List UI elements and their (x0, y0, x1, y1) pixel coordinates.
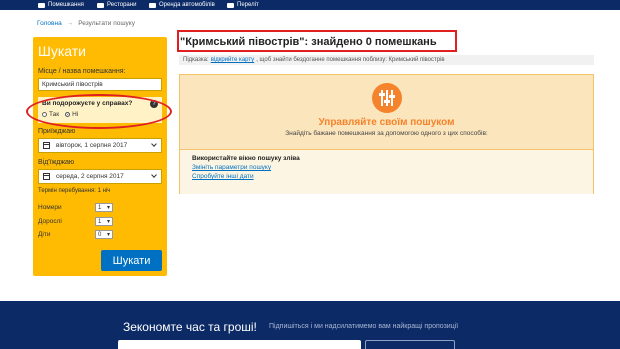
sliders-icon (372, 83, 402, 113)
destination-label: Місце / назва помешкання: (38, 68, 126, 75)
adults-row: Дорослі 1 ▾ (38, 217, 113, 226)
subscribe-footer: Зекономте час та гроші! Підпишіться і ми… (0, 301, 620, 349)
chevron-down-icon: ▾ (106, 219, 110, 225)
restaurant-icon (97, 2, 104, 8)
checkout-date-field[interactable]: середа, 2 серпня 2017 (38, 169, 162, 184)
nav-item-car-rental[interactable]: Оренда автомобілів (149, 0, 215, 10)
nav-item-label: Оренда автомобілів (159, 2, 215, 8)
stay-length-note: Термін перебування: 1 ніч (38, 188, 111, 194)
calendar-icon (43, 142, 50, 149)
nav-item-label: Переліт (237, 2, 259, 8)
plane-icon (227, 2, 234, 8)
adults-label: Дорослі (38, 218, 62, 225)
checkin-label: Приїжджаю (38, 128, 76, 135)
breadcrumb-current: Результати пошуку (78, 20, 135, 27)
try-other-dates-link[interactable]: Спробуйте інші дати (192, 173, 254, 180)
manage-search-panel: Управляйте своїм пошуком Знайдіть бажане… (179, 74, 594, 194)
children-value: 0 (98, 231, 102, 238)
destination-input[interactable]: Кримський півострів (38, 78, 162, 91)
chevron-down-icon: ▾ (106, 232, 110, 238)
bed-icon (38, 2, 45, 8)
checkin-date-value: вівторок, 1 серпня 2017 (56, 142, 128, 149)
results-title: "Кримський півострів": знайдено 0 помешк… (180, 36, 437, 48)
open-map-link[interactable]: відкрийте карту (211, 57, 255, 63)
rooms-value: 1 (98, 204, 102, 211)
annotation-oval (26, 94, 172, 129)
chevron-down-icon (151, 141, 157, 147)
nav-item-restaurants[interactable]: Ресторани (97, 0, 136, 10)
search-button[interactable]: Шукати (101, 250, 162, 271)
calendar-icon (43, 173, 50, 180)
nav-item-label: Помешкання (48, 2, 84, 8)
children-row: Діти 0 ▾ (38, 230, 113, 239)
sidebar-title: Шукати (38, 43, 86, 59)
rooms-label: Номери (38, 204, 62, 211)
children-select[interactable]: 0 ▾ (95, 230, 113, 239)
breadcrumb-home-link[interactable]: Головна (37, 20, 62, 27)
side-search-tip: Використайте вікно пошуку зліва (192, 155, 300, 162)
adults-value: 1 (98, 218, 102, 225)
search-sidebar: Шукати Місце / назва помешкання: Кримськ… (33, 37, 167, 276)
breadcrumb: Головна → Результати пошуку (37, 20, 135, 27)
hint-prefix: Підказка: (183, 57, 209, 63)
rooms-select[interactable]: 1 ▾ (95, 203, 113, 212)
nav-item-flights[interactable]: Переліт (227, 0, 259, 10)
children-label: Діти (38, 231, 51, 238)
change-params-link[interactable]: Змініть параметри пошуку (192, 164, 271, 171)
adults-select[interactable]: 1 ▾ (95, 217, 113, 226)
email-field[interactable] (118, 340, 361, 349)
hint-suffix: , щоб знайти бездоганне помешкання побли… (256, 57, 445, 63)
subscribe-button[interactable] (365, 340, 455, 349)
manage-search-title: Управляйте своїм пошуком (318, 117, 455, 128)
footer-subscribe-text: Підпишіться і ми надсилатимемо вам найкр… (269, 323, 459, 330)
chevron-down-icon: ▾ (106, 205, 110, 211)
breadcrumb-separator: → (66, 20, 74, 27)
checkin-date-field[interactable]: вівторок, 1 серпня 2017 (38, 138, 162, 153)
manage-search-options: Використайте вікно пошуку зліва Змініть … (180, 149, 593, 194)
hint-bar: Підказка: відкрийте карту , щоб знайти б… (179, 55, 594, 65)
chevron-down-icon (151, 172, 157, 178)
nav-item-accommodation[interactable]: Помешкання (38, 0, 84, 10)
top-nav: Помешкання Ресторани Оренда автомобілів … (0, 0, 620, 10)
checkout-label: Від'їжджаю (38, 159, 75, 166)
checkout-date-value: середа, 2 серпня 2017 (56, 173, 124, 180)
nav-item-label: Ресторани (107, 2, 137, 8)
manage-search-subtitle: Знайдіть бажане помешкання за допомогою … (285, 130, 488, 137)
car-icon (149, 2, 156, 8)
rooms-row: Номери 1 ▾ (38, 203, 113, 212)
footer-headline: Зекономте час та гроші! (123, 320, 257, 334)
